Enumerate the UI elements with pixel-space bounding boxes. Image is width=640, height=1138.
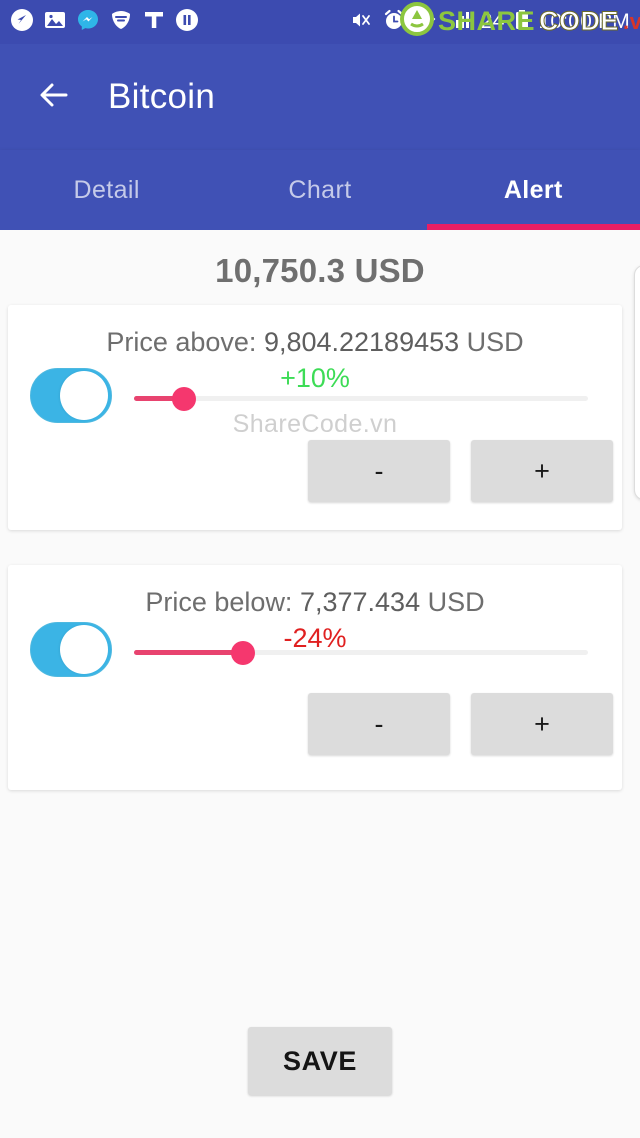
price-below-slider[interactable] bbox=[134, 637, 588, 667]
current-price: 10,750.3 USD bbox=[215, 252, 425, 289]
slider-thumb[interactable] bbox=[171, 387, 196, 411]
status-bar: 24 10:00 PM SHARE CODE .vn bbox=[0, 0, 640, 44]
status-bar-left-icons bbox=[10, 8, 199, 37]
save-button[interactable]: SAVE bbox=[248, 1027, 392, 1095]
price-below-label: Price below: 7,377.434 USD bbox=[8, 565, 622, 618]
price-above-increment-button[interactable]: + bbox=[471, 440, 613, 502]
price-above-decrement-button[interactable]: - bbox=[308, 440, 450, 502]
photo-icon bbox=[43, 8, 67, 37]
adjacent-page-card-edge bbox=[634, 265, 640, 500]
price-above-slider[interactable] bbox=[134, 383, 588, 413]
price-above-label-text: Price above: bbox=[106, 327, 257, 357]
navigation-icon bbox=[10, 8, 34, 37]
price-below-unit: USD bbox=[427, 587, 485, 617]
status-bar-right-icons: 24 10:00 PM bbox=[349, 8, 630, 37]
price-below-increment-button[interactable]: + bbox=[471, 693, 613, 755]
wifi-icon bbox=[415, 8, 439, 37]
price-above-unit: USD bbox=[466, 327, 524, 357]
tab-alert[interactable]: Alert bbox=[426, 150, 640, 230]
alarm-icon bbox=[382, 8, 406, 37]
price-above-label: Price above: 9,804.22189453 USD bbox=[8, 305, 622, 358]
toggle-knob bbox=[60, 371, 108, 420]
tab-bar: Detail Chart Alert bbox=[0, 150, 640, 230]
slider-thumb[interactable] bbox=[230, 641, 255, 665]
price-above-toggle[interactable] bbox=[30, 368, 112, 423]
price-below-decrement-button[interactable]: - bbox=[308, 693, 450, 755]
pause-icon bbox=[175, 8, 199, 37]
battery-level: 24 bbox=[480, 10, 505, 33]
messenger-icon bbox=[76, 8, 100, 37]
slider-fill bbox=[134, 650, 243, 655]
tab-detail-label: Detail bbox=[73, 175, 140, 204]
alert-card-price-below: Price below: 7,377.434 USD -24% - + bbox=[8, 565, 622, 790]
mute-vibrate-icon bbox=[349, 8, 373, 37]
tab-detail[interactable]: Detail bbox=[0, 150, 213, 230]
tab-chart-label: Chart bbox=[288, 175, 352, 204]
price-below-toggle[interactable] bbox=[30, 622, 112, 677]
slider-track bbox=[134, 396, 588, 401]
back-button[interactable] bbox=[26, 69, 82, 125]
battery-icon bbox=[514, 8, 530, 37]
price-below-value: 7,377.434 bbox=[299, 587, 421, 617]
alert-content: 10,750.3 USD Price above: 9,804.22189453… bbox=[0, 230, 640, 1138]
clock-time: 10:00 PM bbox=[538, 10, 630, 33]
page-title: Bitcoin bbox=[108, 77, 216, 116]
tab-alert-label: Alert bbox=[503, 175, 563, 204]
phone-screen: 24 10:00 PM SHARE CODE .vn Bitcoin bbox=[0, 0, 640, 1138]
app-bar: Bitcoin bbox=[0, 44, 640, 150]
tmobile-icon bbox=[142, 8, 166, 37]
toggle-knob bbox=[60, 625, 108, 674]
arrow-left-icon bbox=[34, 75, 74, 120]
price-above-value: 9,804.22189453 bbox=[263, 327, 460, 357]
price-below-label-text: Price below: bbox=[145, 587, 293, 617]
alert-card-price-above: Price above: 9,804.22189453 USD +10% Sha… bbox=[8, 305, 622, 530]
tab-chart[interactable]: Chart bbox=[213, 150, 426, 230]
signal-icon bbox=[448, 8, 472, 37]
vpn-shield-icon bbox=[109, 8, 133, 37]
